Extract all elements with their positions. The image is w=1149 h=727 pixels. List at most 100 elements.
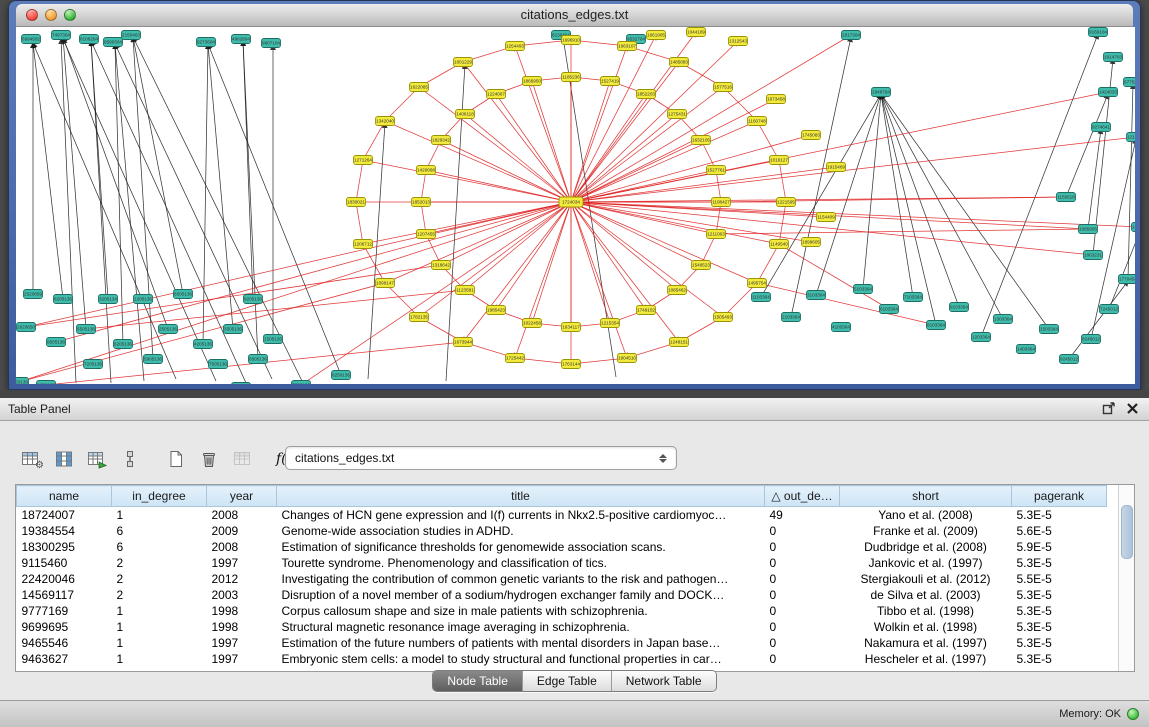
graph-node[interactable]: 3505136 — [224, 325, 243, 334]
graph-node[interactable]: 9205136 — [244, 295, 263, 304]
column-header-short[interactable]: short — [840, 486, 1012, 507]
table-row[interactable]: 977716911998Corpus callosum shape and si… — [17, 603, 1107, 619]
graph-node[interactable]: 1154409 — [817, 213, 836, 222]
graph-node[interactable]: 1948794 — [872, 88, 891, 97]
graph-node[interactable]: 6205136 — [114, 340, 133, 349]
graph-node[interactable]: 1696910 — [562, 36, 581, 45]
graph-node[interactable]: 9169104 — [1089, 28, 1108, 37]
graph-node[interactable]: 1852203 — [637, 90, 656, 99]
graph-node[interactable]: 1271264 — [354, 156, 373, 165]
graph-node[interactable]: 1099147 — [376, 279, 395, 288]
table-scrollbar-thumb[interactable] — [1121, 505, 1133, 559]
graph-node[interactable]: 1123581 — [456, 286, 475, 295]
graph-node[interactable]: 2505136 — [159, 325, 178, 334]
graph-node[interactable]: 1725442 — [506, 354, 525, 363]
graph-node[interactable]: 1312543 — [729, 37, 748, 46]
graph-node[interactable]: 1559518 — [1132, 223, 1136, 232]
graph-node[interactable]: 6103364 — [880, 305, 899, 314]
graph-node[interactable]: 1185236 — [562, 73, 581, 82]
graph-node[interactable]: 1661905 — [647, 31, 666, 40]
graph-node[interactable]: 8250136 — [37, 381, 56, 385]
table-row[interactable]: 1830029562008Estimation of significance … — [17, 539, 1107, 555]
tab-network-table[interactable]: Network Table — [612, 671, 716, 691]
graph-node[interactable]: 7497304 — [52, 31, 71, 40]
graph-node[interactable]: 4205136 — [194, 340, 213, 349]
graph-node[interactable]: 2817304 — [842, 31, 861, 40]
graph-node[interactable]: 1899605 — [802, 238, 821, 247]
graph-node[interactable]: 1527761 — [707, 166, 726, 175]
graph-node[interactable]: 1211063 — [707, 230, 726, 239]
table-combobox[interactable]: citations_edges.txt — [285, 446, 677, 470]
graph-node[interactable]: 7103364 — [904, 293, 923, 302]
graph-node[interactable]: 9103364 — [950, 303, 969, 312]
graph-node[interactable]: 6250136 — [332, 371, 351, 380]
graph-node[interactable]: 1001229 — [454, 58, 473, 67]
graph-node[interactable]: 1527419 — [601, 77, 620, 86]
graph-node[interactable]: 3103364 — [807, 291, 826, 300]
graph-node[interactable]: 1224067 — [487, 90, 506, 99]
graph-node[interactable]: 1505136 — [264, 335, 283, 344]
graph-node[interactable]: 9250136 — [16, 378, 29, 385]
graph-node[interactable]: 1221595 — [777, 198, 796, 207]
graph-node[interactable]: 4103364 — [832, 323, 851, 332]
graph-node[interactable]: 1904510 — [618, 354, 637, 363]
graph-node[interactable]: 6994502 — [22, 35, 41, 44]
graph-node[interactable]: 1210465 — [1127, 133, 1136, 142]
graph-node[interactable]: 1634117 — [562, 323, 581, 332]
graph-node[interactable]: 1830021 — [347, 198, 366, 207]
graph-node[interactable]: 1505493 — [714, 313, 733, 322]
graph-node[interactable]: 1724034 — [559, 197, 583, 207]
graph-node[interactable]: 1342040 — [376, 117, 395, 126]
graph-node[interactable]: 9274641 — [1092, 123, 1111, 132]
column-header-pagerank[interactable]: pagerank — [1012, 486, 1107, 507]
graph-node[interactable]: 8505136 — [174, 290, 193, 299]
graph-node[interactable]: 1063231 — [1084, 251, 1103, 260]
graph-node[interactable]: 1503364 — [1040, 325, 1059, 334]
graph-node[interactable]: 1424033 — [1099, 88, 1118, 97]
graph-node[interactable]: 1085905 — [1079, 225, 1098, 234]
graph-node[interactable]: 1159518 — [1057, 193, 1076, 202]
float-panel-icon[interactable] — [1101, 401, 1116, 416]
graph-node[interactable]: 1495754 — [748, 279, 767, 288]
graph-node[interactable]: 1763144 — [562, 360, 581, 369]
graph-node[interactable]: 1915469 — [827, 163, 846, 172]
graph-node[interactable]: 1016127 — [770, 156, 789, 165]
graph-node[interactable]: 2150463 — [122, 31, 141, 40]
graph-node[interactable]: 1044189 — [687, 28, 706, 37]
table-row[interactable]: 946362711997Embryonic stem cells: a mode… — [17, 651, 1107, 667]
graph-node[interactable]: 1406118 — [456, 110, 475, 119]
graph-node[interactable]: 8103364 — [927, 321, 946, 330]
merge-rows-icon[interactable] — [117, 446, 143, 472]
graph-node[interactable]: 1549523 — [692, 261, 711, 270]
graph-node[interactable]: 6505136 — [249, 355, 268, 364]
graph-node[interactable]: 9273604 — [197, 38, 216, 47]
graph-node[interactable]: 4962804 — [232, 35, 251, 44]
import-table-icon[interactable] — [84, 446, 110, 472]
graph-node[interactable]: 1149540 — [770, 240, 789, 249]
graph-node[interactable]: 1673944 — [454, 338, 473, 347]
new-table-icon[interactable] — [163, 446, 189, 472]
graph-node[interactable]: 1205136 — [134, 295, 153, 304]
graph-node[interactable]: 1103364 — [752, 293, 771, 302]
graph-node[interactable]: 1085462 — [668, 286, 687, 295]
graph-node[interactable]: 1207455 — [417, 230, 436, 239]
table-row[interactable]: 1456911722003Disruption of a novel membe… — [17, 587, 1107, 603]
graph-node[interactable]: 1206712 — [354, 240, 373, 249]
table-row[interactable]: 969969511998Structural magnetic resonanc… — [17, 619, 1107, 635]
tab-node-table[interactable]: Node Table — [433, 671, 523, 691]
graph-node[interactable]: 5103364 — [854, 285, 873, 294]
graph-node[interactable]: 7505136 — [209, 360, 228, 369]
graph-node[interactable]: 1485083 — [670, 58, 689, 67]
graph-node[interactable]: 8106204 — [80, 35, 99, 44]
column-header-year[interactable]: year — [207, 486, 277, 507]
network-window-titlebar[interactable]: citations_edges.txt — [16, 4, 1133, 27]
graph-node[interactable]: 1622085 — [410, 83, 429, 92]
graph-node[interactable]: 1985423 — [487, 306, 506, 315]
column-chooser-icon[interactable] — [51, 446, 77, 472]
graph-node[interactable]: 5505136 — [77, 325, 96, 334]
table-row[interactable]: 911546021997Tourette syndrome. Phenomeno… — [17, 555, 1107, 571]
table-row[interactable]: 1938455462009Genome-wide association stu… — [17, 523, 1107, 539]
column-header-title[interactable]: title — [277, 486, 765, 507]
graph-node[interactable]: 1632105 — [692, 136, 711, 145]
graph-node[interactable]: 2520659 — [24, 290, 43, 299]
